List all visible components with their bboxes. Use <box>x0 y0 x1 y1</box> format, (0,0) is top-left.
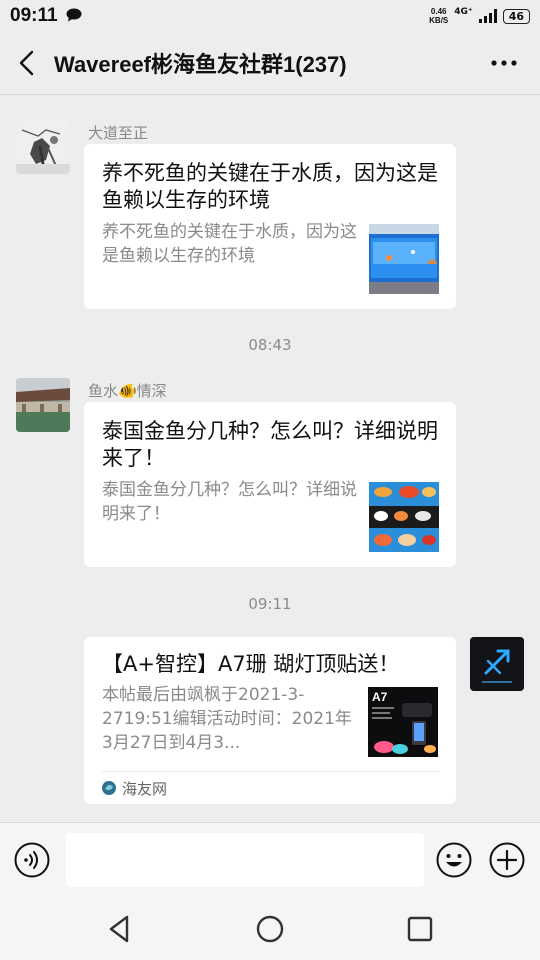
more-icon[interactable] <box>490 59 518 67</box>
card-description: 本帖最后由飒枫于2021-3-2719:51编辑活动时间：2021年3月27日到… <box>102 685 352 753</box>
timestamp: 09:11 <box>248 595 292 613</box>
network-speed: 0.46 KB/S <box>429 7 448 25</box>
message-notification-icon <box>66 8 82 22</box>
card-title: 养不死鱼的关键在于水质，因为这是鱼赖以生存的环境 <box>102 161 438 212</box>
thumb-label: A7 <box>372 690 388 704</box>
sender-name: 大道至正 <box>88 124 149 142</box>
timestamp: 08:43 <box>248 336 292 354</box>
status-bar: 09:11 0.46 KB/S 4G⁺ 46 <box>0 0 540 32</box>
chat-header: Wavereef彬海鱼友社群1(237) <box>0 32 540 95</box>
system-nav-bar <box>0 898 540 960</box>
sender-name: 鱼水🐠情深 <box>88 382 167 400</box>
card-title: 泰国金鱼分几种？怎么叫？详细说明来了！ <box>102 419 438 470</box>
card-divider <box>102 771 440 772</box>
own-avatar[interactable] <box>470 637 524 691</box>
card-description: 养不死鱼的关键在于水质，因为这是鱼赖以生存的环境 <box>102 222 357 266</box>
chat-title: Wavereef彬海鱼友社群1(237) <box>54 52 347 77</box>
source-logo-icon <box>102 781 116 795</box>
network-type: 4G⁺ <box>454 7 473 17</box>
link-card[interactable]: 养不死鱼的关键在于水质，因为这是鱼赖以生存的环境 养不死鱼的关键在于水质，因为这… <box>84 144 456 309</box>
avatar[interactable] <box>16 120 70 174</box>
signal-icon <box>478 9 497 23</box>
link-card[interactable]: 【A+智控】A7珊 瑚灯顶贴送！ 本帖最后由飒枫于2021-3-2719:51编… <box>84 637 456 804</box>
avatar-image <box>16 378 70 432</box>
avatar[interactable] <box>16 378 70 432</box>
status-indicators: 0.46 KB/S 4G⁺ 46 <box>429 4 530 28</box>
card-description: 泰国金鱼分几种？怎么叫？详细说明来了！ <box>102 480 357 524</box>
home-circle-icon[interactable] <box>253 912 287 946</box>
battery-indicator: 46 <box>502 8 530 24</box>
voice-icon[interactable] <box>14 842 50 878</box>
recents-square-icon[interactable] <box>403 912 437 946</box>
input-bar <box>0 822 540 899</box>
chevron-left-icon[interactable] <box>16 50 40 76</box>
card-thumbnail <box>369 482 439 552</box>
avatar-image <box>16 120 70 174</box>
add-icon[interactable] <box>489 842 525 878</box>
message-input[interactable] <box>66 833 424 887</box>
network-speed-unit: KB/S <box>429 16 449 25</box>
avatar-image <box>470 637 524 691</box>
status-time: 09:11 <box>10 5 58 26</box>
link-card[interactable]: 泰国金鱼分几种？怎么叫？详细说明来了！ 泰国金鱼分几种？怎么叫？详细说明来了！ <box>84 402 456 567</box>
card-title: 【A+智控】A7珊 瑚灯顶贴送！ <box>102 652 400 676</box>
card-thumbnail: A7 <box>368 687 438 757</box>
network-speed-value: 0.46 <box>430 7 447 16</box>
card-thumbnail <box>369 224 439 294</box>
emoji-icon[interactable] <box>436 842 472 878</box>
back-triangle-icon[interactable] <box>103 912 137 946</box>
card-source: 海友网 <box>122 780 168 798</box>
